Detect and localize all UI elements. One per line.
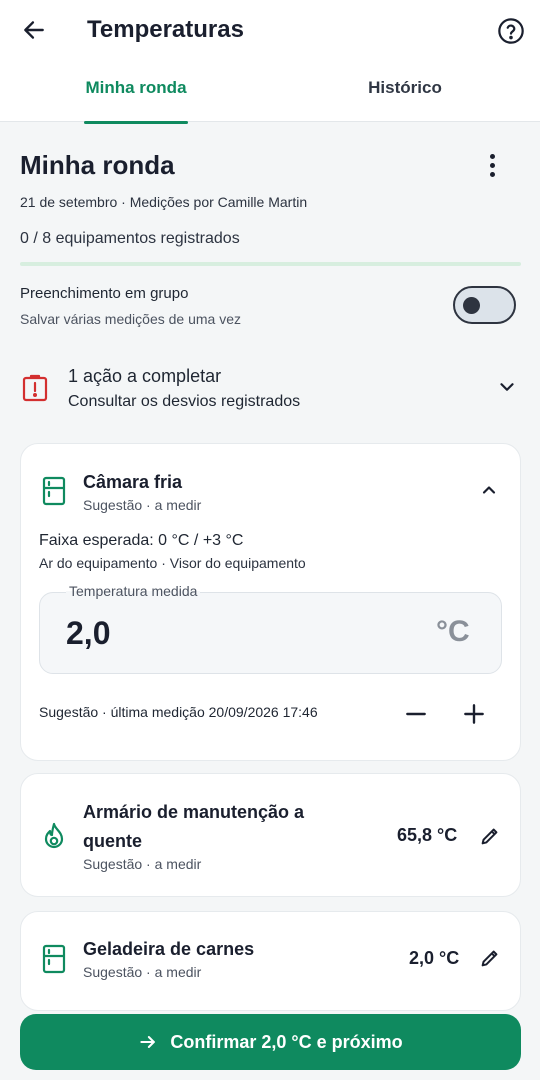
round-count: 0 / 8 equipamentos registrados (20, 230, 240, 247)
equipment-name: Armário de manutenção a (83, 802, 305, 822)
pencil-icon[interactable] (479, 825, 501, 847)
equipment-card[interactable]: Armário de manutenção a quente Sugestão … (20, 773, 521, 897)
round-meta: 21 de setembro · Medições por Camille Ma… (20, 194, 308, 210)
confirm-next-button[interactable]: Confirmar 2,0 °C e próximo (20, 1014, 521, 1070)
flame-icon (44, 822, 64, 849)
chevron-down-icon (500, 383, 514, 391)
tab-minha-ronda[interactable]: Minha ronda (84, 78, 188, 124)
back-button[interactable] (20, 16, 48, 44)
expected-range: Faixa esperada: 0 °C / +3 °C (39, 532, 244, 549)
pending-action-title: 1 ação a completar (68, 366, 222, 386)
equipment-status: Sugestão · a medir (83, 856, 202, 872)
temperature-input[interactable]: Temperatura medida 2,0 °C (39, 583, 502, 674)
chevron-up-icon[interactable] (479, 480, 499, 500)
pending-action-row[interactable]: 1 ação a completar Consultar os desvios … (20, 362, 520, 418)
pencil-icon[interactable] (479, 947, 501, 969)
arrow-right-icon (140, 1036, 156, 1048)
equipment-status: Sugestão · a medir (83, 497, 202, 513)
page-title: Temperaturas (87, 16, 244, 43)
arrow-left-icon (24, 21, 44, 39)
tab-active-indicator (84, 121, 188, 124)
group-fill-title: Preenchimento em grupo (20, 285, 189, 302)
clipboard-alert-icon (22, 374, 48, 402)
increment-button[interactable] (461, 701, 487, 727)
group-fill-toggle[interactable] (453, 286, 516, 324)
equipment-temperature: 65,8 °C (397, 825, 458, 845)
decrement-button[interactable] (403, 701, 429, 727)
tab-label: Histórico (368, 78, 442, 97)
equipment-name: Câmara fria (83, 472, 183, 492)
section-title: Minha ronda (20, 150, 175, 180)
equipment-status: Sugestão · a medir (83, 964, 202, 980)
measure-sources: Ar do equipamento · Visor do equipamento (39, 555, 306, 571)
equipment-name-line2: quente (83, 831, 143, 851)
equipment-card-expanded: Câmara fria Sugestão · a medir Faixa esp… (20, 443, 521, 761)
equipment-card[interactable]: Geladeira de carnes Sugestão · a medir 2… (20, 911, 521, 1011)
top-app-bar: Temperaturas Minha ronda Histórico (0, 0, 540, 124)
help-button[interactable] (497, 17, 525, 45)
pending-action-subtitle: Consultar os desvios registrados (68, 393, 301, 410)
tab-label: Minha ronda (85, 78, 187, 97)
more-vert-icon (489, 153, 495, 159)
fridge-icon (42, 944, 66, 974)
round-progress-bar (20, 262, 521, 266)
equipment-name: Geladeira de carnes (83, 939, 255, 959)
last-measurement: Sugestão · última medição 20/09/2026 17:… (39, 704, 318, 720)
confirm-next-label: Confirmar 2,0 °C e próximo (170, 1031, 403, 1052)
temperature-value: 2,0 (66, 615, 111, 651)
group-fill-subtitle: Salvar várias medições de uma vez (20, 311, 241, 327)
more-options-button[interactable] (478, 150, 506, 180)
fridge-icon (42, 476, 66, 506)
temperature-unit: °C (436, 615, 470, 648)
toggle-knob (463, 297, 480, 314)
temperature-input-label: Temperatura medida (66, 583, 201, 599)
tab-historico[interactable]: Histórico (360, 78, 450, 122)
equipment-temperature: 2,0 °C (409, 948, 460, 968)
question-circle-icon (498, 18, 524, 44)
